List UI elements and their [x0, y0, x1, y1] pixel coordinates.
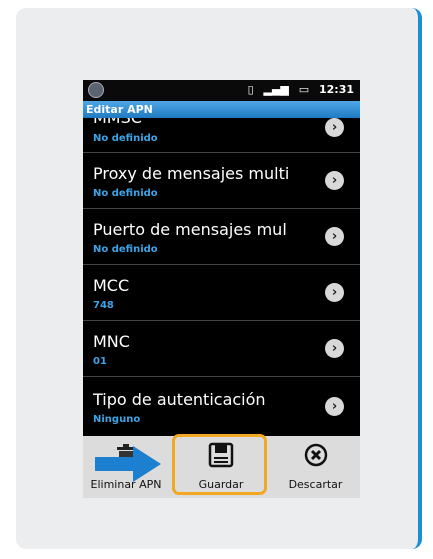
apn-settings-list: MMSC No definido › Proxy de mensajes mul… — [83, 118, 360, 436]
chevron-right-icon[interactable]: › — [325, 171, 344, 190]
list-item-title: Proxy de mensajes multi — [93, 164, 290, 183]
list-item-value: Ninguno — [93, 414, 141, 425]
list-item-mms-port[interactable]: Puerto de mensajes mul No definido › — [83, 209, 360, 265]
chevron-right-icon[interactable]: › — [325, 227, 344, 246]
list-item-title: MCC — [93, 276, 130, 295]
list-item-title: MMSC — [93, 118, 315, 127]
signal-icon: ▂▄▆ — [263, 83, 289, 96]
list-item-value: 748 — [93, 300, 114, 311]
chevron-right-icon[interactable]: › — [325, 339, 344, 358]
list-item-title: Puerto de mensajes mul — [93, 220, 287, 239]
discard-icon — [304, 443, 328, 467]
chevron-right-icon[interactable]: › — [325, 283, 344, 302]
chevron-right-icon[interactable]: › — [325, 397, 344, 416]
list-item-value: No definido — [93, 244, 158, 255]
status-time: 12:31 — [318, 83, 354, 96]
notification-icon — [88, 82, 104, 98]
list-item-mnc[interactable]: MNC 01 › — [83, 321, 360, 377]
list-item-mms-proxy[interactable]: Proxy de mensajes multi No definido › — [83, 153, 360, 209]
battery-icon: ▭ — [298, 83, 310, 96]
chevron-right-icon[interactable]: › — [325, 118, 344, 137]
screen-title: Editar APN — [83, 101, 360, 118]
list-item-title: MNC — [93, 332, 130, 351]
list-item-auth-type[interactable]: Tipo de autenticación Ninguno › — [83, 377, 360, 436]
list-item-title: Tipo de autenticación — [93, 390, 266, 409]
list-item-value: 01 — [93, 356, 107, 367]
discard-button[interactable]: Descartar — [271, 436, 360, 498]
list-item-value: No definido — [93, 188, 158, 199]
save-highlight-frame — [172, 434, 267, 495]
pointer-arrow-icon — [95, 446, 161, 482]
list-item-mmsc[interactable]: MMSC No definido › — [83, 118, 360, 153]
status-bar: ▯ ▂▄▆ ▭ 12:31 — [83, 80, 360, 101]
list-item-mcc[interactable]: MCC 748 › — [83, 265, 360, 321]
sync-icon: ▯ — [247, 83, 254, 96]
list-item-value: No definido — [93, 133, 158, 144]
discard-label: Descartar — [288, 478, 343, 491]
